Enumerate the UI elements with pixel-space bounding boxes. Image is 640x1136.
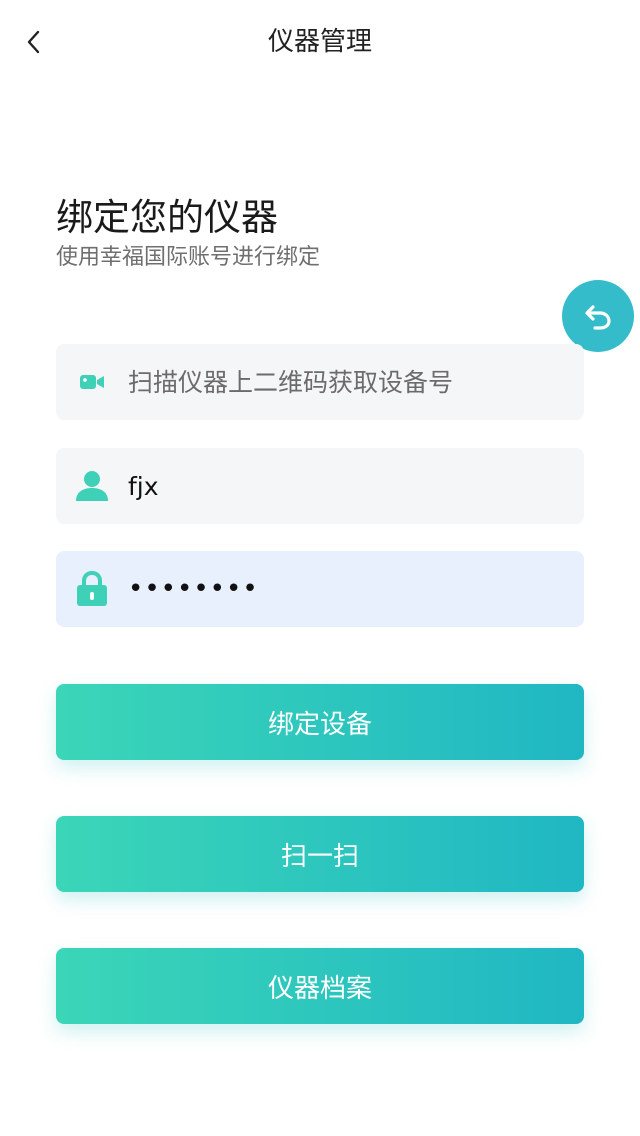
lock-icon-wrapper bbox=[56, 551, 128, 627]
scan-button[interactable]: 扫一扫 bbox=[56, 816, 584, 892]
username-field[interactable] bbox=[56, 448, 584, 524]
device-icon-wrapper bbox=[56, 344, 128, 420]
bind-device-page: 仪器管理 绑定您的仪器 使用幸福国际账号进行绑定 扫描仪器上二维码获取设备号 f… bbox=[0, 0, 640, 1136]
bind-heading: 绑定您的仪器 bbox=[56, 196, 278, 239]
device-archive-button[interactable]: 仪器档案 bbox=[56, 948, 584, 1024]
lock-icon bbox=[77, 571, 107, 606]
undo-button[interactable] bbox=[562, 280, 634, 352]
undo-icon bbox=[585, 305, 611, 330]
navigation-bar: 仪器管理 bbox=[0, 0, 640, 84]
video-camera-icon bbox=[80, 375, 104, 389]
username-input[interactable] bbox=[128, 456, 568, 516]
password-field[interactable] bbox=[56, 551, 584, 627]
page-title: 仪器管理 bbox=[267, 27, 372, 57]
user-icon bbox=[76, 471, 108, 501]
bind-subheading: 使用幸福国际账号进行绑定 bbox=[56, 245, 321, 270]
device-id-field[interactable] bbox=[56, 344, 584, 420]
device-id-input[interactable] bbox=[128, 352, 568, 412]
password-input[interactable] bbox=[128, 559, 568, 619]
user-icon-wrapper bbox=[56, 448, 128, 524]
bind-device-button[interactable]: 绑定设备 bbox=[56, 684, 584, 760]
